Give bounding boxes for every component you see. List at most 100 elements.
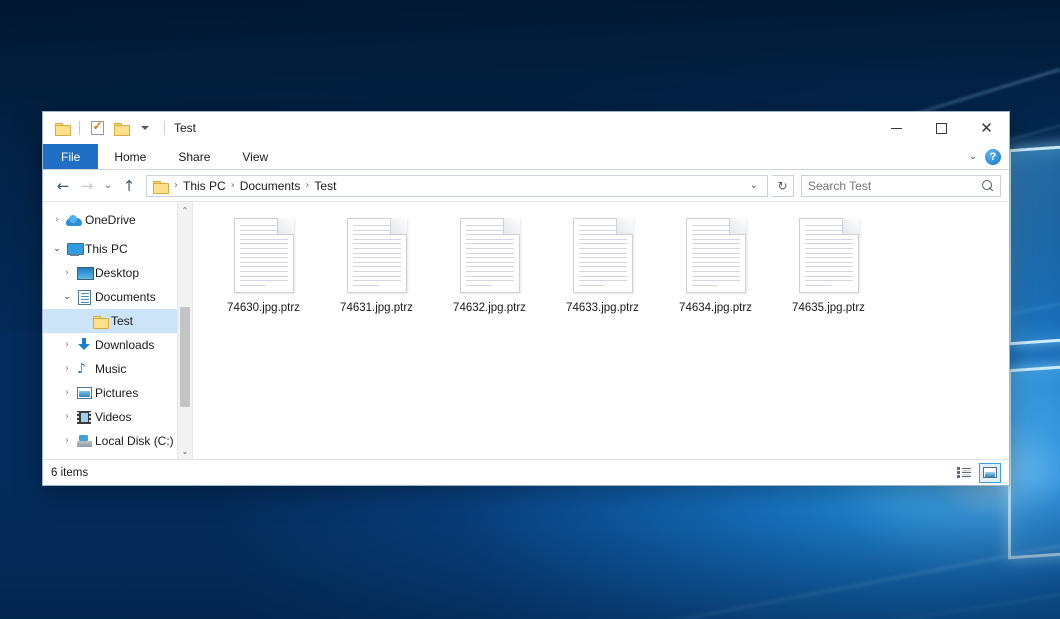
tab-home[interactable]: Home <box>98 144 162 169</box>
sidebar-item-documents[interactable]: ⌄ Documents <box>43 285 192 309</box>
qat-customize-button[interactable] <box>134 117 156 139</box>
sidebar-scrollbar[interactable]: ⌃ ⌄ <box>177 202 192 459</box>
scrollbar-thumb[interactable] <box>180 307 190 407</box>
sidebar-item-desktop[interactable]: › Desktop <box>43 261 192 285</box>
sidebar-item-downloads[interactable]: › Downloads <box>43 333 192 357</box>
file-explorer-window: Test ✕ File Home Share View ⌄ ? ← → ⌄ <box>42 111 1010 486</box>
tab-view[interactable]: View <box>226 144 284 169</box>
breadcrumb[interactable]: › This PC › Documents › Test ⌄ <box>146 175 768 197</box>
breadcrumb-separator: › <box>172 180 180 191</box>
sidebar-item-label: Videos <box>93 410 131 424</box>
search-box[interactable] <box>801 175 1001 197</box>
chevron-right-icon[interactable]: › <box>59 364 75 374</box>
breadcrumb-folder-icon <box>153 180 168 192</box>
file-name-label: 74630.jpg.ptrz <box>227 302 300 314</box>
sidebar-item-label: Downloads <box>93 338 154 352</box>
chevron-right-icon[interactable]: › <box>59 412 75 422</box>
generic-document-icon <box>347 218 407 293</box>
chevron-right-icon[interactable]: › <box>59 388 75 398</box>
qat-folder-button[interactable] <box>51 117 73 139</box>
address-dropdown-icon[interactable]: ⌄ <box>745 180 763 191</box>
breadcrumb-separator: › <box>229 180 237 191</box>
file-item[interactable]: 74635.jpg.ptrz <box>772 214 885 314</box>
address-bar: ← → ⌄ ↑ › This PC › Documents › Test ⌄ ↻ <box>43 170 1009 201</box>
divider <box>79 121 80 135</box>
close-button[interactable]: ✕ <box>964 112 1009 144</box>
large-icons-view-button[interactable] <box>979 463 1001 483</box>
search-input[interactable] <box>808 179 982 193</box>
ribbon-spacer <box>284 144 965 169</box>
title-bar: Test ✕ <box>43 112 1009 144</box>
music-icon: ♪ <box>75 362 93 376</box>
sidebar-item-onedrive[interactable]: › OneDrive <box>43 208 192 232</box>
chevron-down-icon[interactable]: ⌄ <box>59 292 75 302</box>
window-controls: ✕ <box>874 112 1009 144</box>
breadcrumb-item-documents[interactable]: Documents <box>237 176 304 196</box>
ribbon-tab-bar: File Home Share View ⌄ ? <box>43 144 1009 170</box>
large-icons-view-icon <box>983 467 997 478</box>
view-toggle-group <box>953 463 1001 483</box>
chevron-down-icon[interactable]: ⌄ <box>49 244 65 254</box>
breadcrumb-item-test[interactable]: Test <box>311 176 339 196</box>
file-name-label: 74632.jpg.ptrz <box>453 302 526 314</box>
documents-icon <box>75 290 93 305</box>
close-icon: ✕ <box>980 121 993 136</box>
status-bar: 6 items <box>43 459 1009 485</box>
sidebar-item-test[interactable]: Test <box>43 309 192 333</box>
sidebar-item-videos[interactable]: › Videos <box>43 405 192 429</box>
chevron-right-icon[interactable]: › <box>59 340 75 350</box>
tab-file[interactable]: File <box>43 144 98 169</box>
chevron-right-icon[interactable]: › <box>49 215 65 225</box>
file-item[interactable]: 74631.jpg.ptrz <box>320 214 433 314</box>
scroll-down-button[interactable]: ⌄ <box>178 443 192 459</box>
breadcrumb-item-this-pc[interactable]: This PC <box>180 176 229 196</box>
file-name-label: 74635.jpg.ptrz <box>792 302 865 314</box>
chevron-right-icon[interactable]: › <box>59 268 75 278</box>
scroll-up-button[interactable]: ⌃ <box>178 202 192 218</box>
desktop-icon <box>75 267 93 279</box>
sidebar-item-this-pc[interactable]: ⌄ This PC <box>43 237 192 261</box>
details-view-button[interactable] <box>953 463 975 483</box>
item-count-label: 6 items <box>51 467 88 479</box>
maximize-button[interactable] <box>919 112 964 144</box>
refresh-button[interactable]: ↻ <box>772 175 794 197</box>
generic-document-icon <box>686 218 746 293</box>
sidebar-item-label: Music <box>93 362 126 376</box>
back-button[interactable]: ← <box>51 174 75 198</box>
sidebar-item-pictures[interactable]: › Pictures <box>43 381 192 405</box>
file-item[interactable]: 74633.jpg.ptrz <box>546 214 659 314</box>
qat-properties-button[interactable] <box>86 117 108 139</box>
recent-locations-button[interactable]: ⌄ <box>99 174 117 198</box>
chevron-down-icon <box>141 126 149 130</box>
help-icon[interactable]: ? <box>985 149 1001 165</box>
expand-ribbon-button[interactable]: ⌄ <box>965 149 981 165</box>
search-icon <box>982 180 994 192</box>
sidebar-item-label: Local Disk (C:) <box>93 434 174 448</box>
videos-icon <box>75 411 93 424</box>
file-list-pane[interactable]: 74630.jpg.ptrz 74631.jpg.ptrz 74632.jpg.… <box>193 202 1009 459</box>
onedrive-icon <box>65 215 83 226</box>
pictures-icon <box>75 387 93 399</box>
file-item[interactable]: 74630.jpg.ptrz <box>207 214 320 314</box>
generic-document-icon <box>460 218 520 293</box>
folder-icon <box>91 315 109 327</box>
tab-share[interactable]: Share <box>162 144 226 169</box>
wallpaper-bottom-shade <box>0 479 1060 619</box>
disk-icon <box>75 435 93 447</box>
sidebar-item-local-disk-c[interactable]: › Local Disk (C:) <box>43 429 192 453</box>
logo-pane <box>1008 143 1060 346</box>
sidebar-item-music[interactable]: › ♪ Music <box>43 357 192 381</box>
explorer-body: › OneDrive ⌄ This PC › Desktop ⌄ <box>43 201 1009 459</box>
qat-new-folder-button[interactable] <box>110 117 132 139</box>
file-item[interactable]: 74632.jpg.ptrz <box>433 214 546 314</box>
minimize-button[interactable] <box>874 112 919 144</box>
sidebar-item-label: Pictures <box>93 386 138 400</box>
file-name-label: 74633.jpg.ptrz <box>566 302 639 314</box>
sidebar-item-label: OneDrive <box>83 213 136 227</box>
file-item[interactable]: 74634.jpg.ptrz <box>659 214 772 314</box>
forward-button[interactable]: → <box>75 174 99 198</box>
chevron-right-icon[interactable]: › <box>59 436 75 446</box>
quick-access-toolbar <box>43 117 156 139</box>
file-grid: 74630.jpg.ptrz 74631.jpg.ptrz 74632.jpg.… <box>193 202 1009 314</box>
up-button[interactable]: ↑ <box>117 174 141 198</box>
